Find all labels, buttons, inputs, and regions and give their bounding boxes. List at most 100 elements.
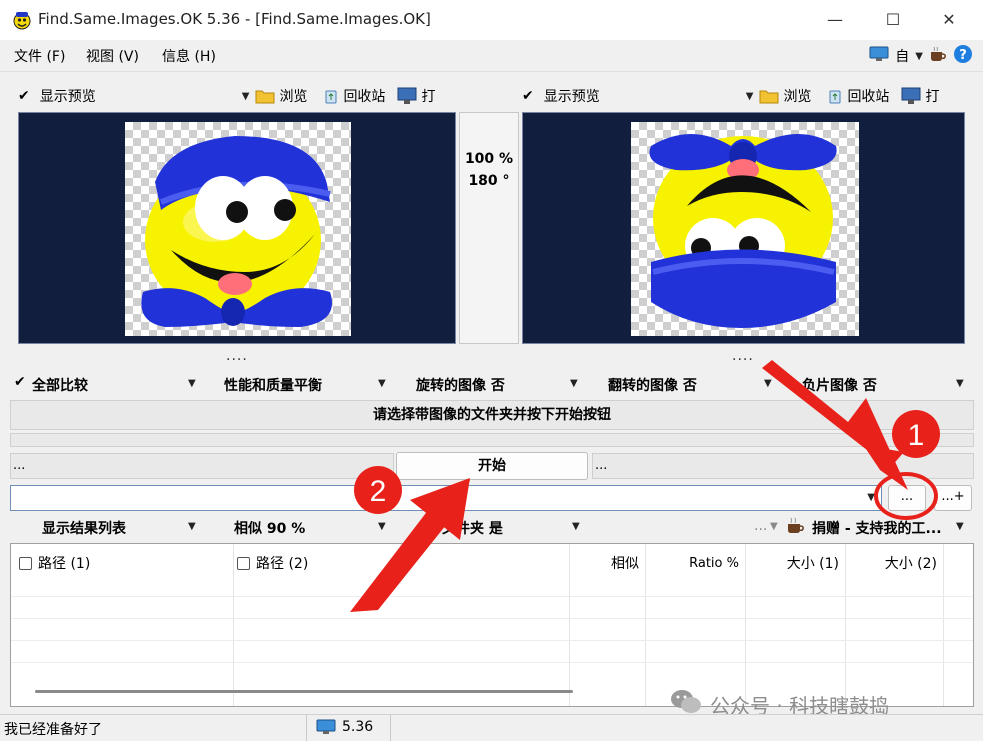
left-image-preview[interactable] — [18, 112, 456, 344]
column-divider — [745, 544, 746, 706]
path2-label: 路径 (2) — [256, 556, 309, 572]
right-browse[interactable]: 浏览 — [783, 86, 811, 106]
monitor-icon[interactable] — [397, 87, 417, 105]
left-show-preview[interactable]: 显示预览 — [40, 86, 96, 106]
row-divider — [11, 662, 973, 663]
monitor-icon[interactable] — [869, 46, 889, 66]
column-divider — [943, 544, 944, 706]
menu-view[interactable]: 视图 (V) — [86, 46, 139, 66]
check-icon: ✔ — [14, 374, 26, 390]
column-header-similar[interactable]: 相似 — [571, 544, 639, 582]
horizontal-scrollbar[interactable] — [35, 690, 573, 693]
chevron-down-icon[interactable]: ▼ — [956, 521, 964, 532]
column-header-size2[interactable]: 大小 (2) — [847, 544, 937, 582]
column-divider — [233, 544, 234, 706]
close-button[interactable]: ✕ — [926, 6, 972, 34]
left-pane-toolbar: ✔ 显示预览 ▼ 浏览 回收站 打 — [18, 84, 462, 108]
right-preview-image — [631, 122, 859, 336]
menu-file[interactable]: 文件 (F) — [14, 46, 65, 66]
folder-icon[interactable] — [759, 88, 779, 104]
path1-checkbox[interactable] — [19, 556, 32, 570]
column-header-size1[interactable]: 大小 (1) — [747, 544, 839, 582]
monitor-icon — [316, 719, 336, 739]
status-version: 5.36 — [342, 719, 374, 735]
right-recycle[interactable]: 回收站 — [847, 86, 889, 106]
coffee-icon — [786, 517, 806, 539]
negative-option[interactable]: 负片图像 否 — [802, 375, 877, 395]
chevron-down-icon[interactable]: ▼ — [378, 521, 386, 532]
app-icon — [12, 10, 32, 30]
right-image-preview[interactable] — [522, 112, 965, 344]
smiley-image-rotated — [649, 134, 837, 328]
check-icon: ✔ — [522, 88, 534, 104]
column-divider — [569, 544, 570, 706]
donate-link[interactable]: 捐赠 - 支持我的工... — [812, 518, 942, 538]
folder-icon[interactable] — [255, 88, 275, 104]
menu-right-label[interactable]: 自 — [895, 46, 909, 66]
add-folder-button[interactable]: ...+ — [934, 485, 972, 511]
similarity-value: 100 % — [464, 151, 514, 167]
left-splitter-dots[interactable]: .... — [226, 348, 248, 364]
left-status-field: ... — [10, 453, 394, 479]
right-open[interactable]: 打 — [925, 86, 939, 106]
left-open[interactable]: 打 — [421, 86, 435, 106]
chevron-down-icon[interactable]: ▼ — [956, 378, 964, 389]
path2-checkbox[interactable] — [237, 556, 250, 570]
compare-all-option[interactable]: 全部比较 — [32, 375, 88, 395]
similarity-threshold-option[interactable]: 相似 90 % — [234, 518, 305, 538]
menu-right-tools: 自 ▼ ? — [869, 44, 973, 68]
chevron-down-icon[interactable]: ▼ — [746, 91, 754, 102]
flipped-option[interactable]: 翻转的图像 否 — [608, 375, 697, 395]
smiley-image — [141, 136, 332, 327]
status-bar: 我已经准备好了 5.36 — [0, 714, 983, 741]
folder-path-input[interactable]: ▼ — [10, 485, 882, 511]
recycle-bin-icon[interactable] — [827, 88, 843, 104]
recycle-bin-icon[interactable] — [323, 88, 339, 104]
left-browse[interactable]: 浏览 — [279, 86, 307, 106]
maximize-button[interactable]: ☐ — [870, 6, 916, 34]
check-icon: ✔ — [18, 88, 30, 104]
left-recycle[interactable]: 回收站 — [343, 86, 385, 106]
rotated-option[interactable]: 旋转的图像 否 — [416, 375, 505, 395]
balance-option[interactable]: 性能和质量平衡 — [224, 375, 322, 395]
more-options[interactable]: ... — [754, 518, 767, 534]
show-results-option[interactable]: 显示结果列表 — [42, 518, 126, 538]
chevron-down-icon[interactable]: ▼ — [572, 521, 580, 532]
browse-folder-button[interactable]: ... — [888, 485, 926, 511]
chevron-down-icon[interactable]: ▼ — [242, 91, 250, 102]
chevron-down-icon[interactable]: ▼ — [770, 521, 778, 532]
start-button[interactable]: 开始 — [396, 452, 588, 480]
minimize-button[interactable]: — — [812, 6, 858, 34]
results-table[interactable]: 路径 (1) 路径 (2) 相似 Ratio % 大小 (1) 大小 (2) — [10, 543, 974, 707]
options-row: ✔ 全部比较 ▼ 性能和质量平衡 ▼ 旋转的图像 否 ▼ 翻转的图像 否 ▼ 负… — [10, 374, 974, 396]
title-bar: Find.Same.Images.OK 5.36 - [Find.Same.Im… — [0, 0, 983, 40]
chevron-down-icon[interactable]: ▼ — [570, 378, 578, 389]
status-divider — [306, 715, 307, 741]
right-show-preview[interactable]: 显示预览 — [544, 86, 600, 106]
status-ready: 我已经准备好了 — [4, 722, 102, 738]
chevron-down-icon[interactable]: ▼ — [378, 378, 386, 389]
left-preview-image — [125, 122, 351, 336]
right-pane-toolbar: ✔ 显示预览 ▼ 浏览 回收站 打 — [522, 84, 972, 108]
coffee-icon[interactable] — [929, 46, 947, 66]
chevron-down-icon[interactable]: ▼ — [188, 378, 196, 389]
menu-info[interactable]: 信息 (H) — [162, 46, 216, 66]
chevron-down-icon[interactable]: ▼ — [188, 521, 196, 532]
monitor-icon[interactable] — [901, 87, 921, 105]
help-icon[interactable]: ? — [953, 44, 973, 68]
window-title: Find.Same.Images.OK 5.36 - [Find.Same.Im… — [38, 10, 431, 28]
menu-bar: 文件 (F) 视图 (V) 信息 (H) 自 ▼ ? — [0, 40, 983, 72]
hint-bar: 请选择带图像的文件夹并按下开始按钮 — [10, 400, 974, 430]
column-header-ratio[interactable]: Ratio % — [647, 544, 739, 582]
chevron-down-icon[interactable]: ▼ — [867, 492, 875, 503]
column-header-path1[interactable]: 路径 (1) — [19, 544, 231, 582]
column-header-path2[interactable]: 路径 (2) — [237, 544, 567, 582]
rotation-value: 180 ° — [468, 173, 510, 189]
chevron-down-icon[interactable]: ▼ — [764, 378, 772, 389]
svg-text:?: ? — [959, 48, 967, 63]
progress-bar — [10, 433, 974, 447]
right-splitter-dots[interactable]: .... — [732, 348, 754, 364]
chevron-down-icon[interactable]: ▼ — [915, 51, 923, 62]
path1-label: 路径 (1) — [38, 556, 91, 572]
subfolders-option[interactable]: 子文件夹 是 — [428, 518, 503, 538]
